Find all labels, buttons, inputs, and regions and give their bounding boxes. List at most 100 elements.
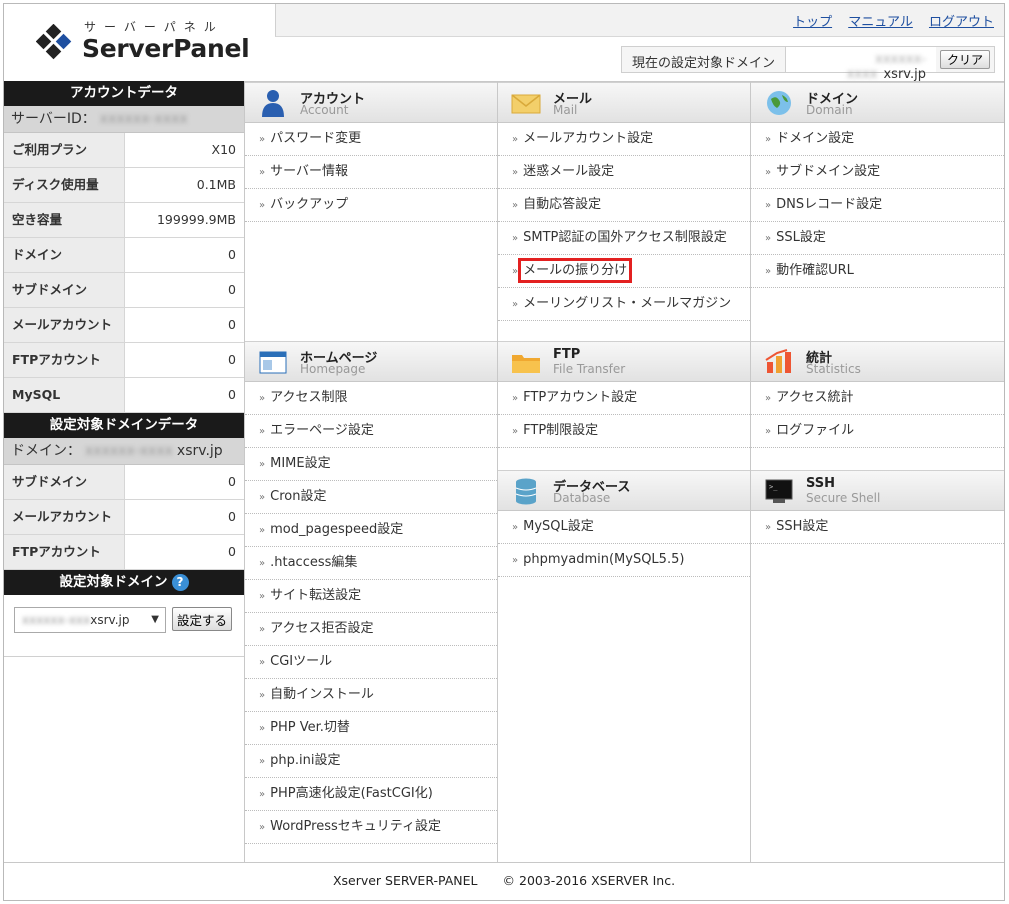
main-menu: アカウント Account » パスワード変更 » サーバー情報 » バックアップ ホームペー… xyxy=(245,81,1004,862)
domain-value: 0 xyxy=(228,474,236,489)
menu-link[interactable]: » Cron設定 xyxy=(245,481,497,514)
arrow-icon: » xyxy=(512,555,519,566)
menu-link[interactable]: » FTPアカウント設定 xyxy=(498,382,750,415)
footer: Xserver SERVER-PANEL © 2003-2016 XSERVER… xyxy=(4,862,1004,900)
menu-link-label: php.ini設定 xyxy=(270,753,341,768)
menu-link-label: Cron設定 xyxy=(270,489,327,504)
database-icon xyxy=(510,477,542,505)
arrow-icon: » xyxy=(512,134,519,145)
menu-link[interactable]: » 迷惑メール設定 xyxy=(498,156,750,189)
menu-link[interactable]: » 動作確認URL xyxy=(751,255,1004,288)
menu-link[interactable]: » 自動インストール xyxy=(245,679,497,712)
menu-link[interactable]: » アクセス制限 xyxy=(245,382,497,415)
svg-text:>_: >_ xyxy=(769,483,778,491)
section-header-database: データベース Database xyxy=(498,470,750,511)
arrow-icon: » xyxy=(765,134,772,145)
menu-link[interactable]: » エラーページ設定 xyxy=(245,415,497,448)
arrow-icon: » xyxy=(765,426,772,437)
menu-link-label: PHP Ver.切替 xyxy=(270,720,350,735)
menu-link[interactable]: » サーバー情報 xyxy=(245,156,497,189)
help-icon[interactable]: ? xyxy=(171,573,189,591)
menu-link[interactable]: » WordPressセキュリティ設定 xyxy=(245,811,497,844)
target-domain-label: ドメイン： xyxy=(11,443,81,459)
account-label: サブドメイン xyxy=(4,273,125,307)
user-icon xyxy=(257,89,289,117)
arrow-icon: » xyxy=(259,459,266,470)
section-header-domain: ドメイン Domain xyxy=(751,82,1004,123)
account-row: ディスク使用量 0.1MB xyxy=(4,168,244,203)
menu-link[interactable]: » サブドメイン設定 xyxy=(751,156,1004,189)
menu-link-label: 自動応答設定 xyxy=(523,197,602,212)
menu-link[interactable]: » SSL設定 xyxy=(751,222,1004,255)
menu-link-label: SSL設定 xyxy=(776,230,826,245)
nav-manual-link[interactable]: マニュアル xyxy=(848,15,913,30)
current-domain-label: 現在の設定対象ドメイン xyxy=(622,47,786,72)
menu-link[interactable]: » MySQL設定 xyxy=(498,511,750,544)
terminal-icon: >_ xyxy=(763,477,795,505)
menu-link[interactable]: » メールの振り分け xyxy=(498,255,750,288)
menu-link-label: WordPressセキュリティ設定 xyxy=(270,819,441,834)
account-label: MySQL xyxy=(4,378,125,412)
domain-label: メールアカウント xyxy=(4,500,125,534)
menu-link-label: エラーページ設定 xyxy=(270,423,374,438)
menu-link[interactable]: » メールアカウント設定 xyxy=(498,123,750,156)
menu-link[interactable]: » phpmyadmin(MySQL5.5) xyxy=(498,544,750,577)
menu-link[interactable]: » PHP高速化設定(FastCGI化) xyxy=(245,778,497,811)
account-value: 0 xyxy=(228,247,236,262)
server-id: サーバーID： xxxxxx-xxxx xyxy=(4,106,244,133)
menu-link[interactable]: » バックアップ xyxy=(245,189,497,222)
menu-link[interactable]: » サイト転送設定 xyxy=(245,580,497,613)
target-domain-blurred: xxxxxx-xxxx xyxy=(85,443,173,459)
menu-link-label: phpmyadmin(MySQL5.5) xyxy=(523,552,685,567)
clear-button[interactable]: クリア xyxy=(939,50,990,69)
menu-link-label: アクセス統計 xyxy=(776,390,854,405)
menu-link[interactable]: » メーリングリスト・メールマガジン xyxy=(498,288,750,321)
arrow-icon: » xyxy=(765,233,772,244)
logo-name: ServerPanel xyxy=(82,34,250,63)
menu-link[interactable]: » DNSレコード設定 xyxy=(751,189,1004,222)
nav-logout-link[interactable]: ログアウト xyxy=(929,15,994,30)
menu-link[interactable]: » PHP Ver.切替 xyxy=(245,712,497,745)
menu-link[interactable]: » 自動応答設定 xyxy=(498,189,750,222)
section-header-stats: 統計 Statistics xyxy=(751,341,1004,382)
menu-link-label: DNSレコード設定 xyxy=(776,197,883,212)
menu-link[interactable]: » アクセス拒否設定 xyxy=(245,613,497,646)
menu-link-label: サーバー情報 xyxy=(270,164,348,179)
section-homepage: ホームページ Homepage » アクセス制限 » エラーページ設定 » MIME設定 » Cr… xyxy=(245,341,497,844)
menu-link-label: サブドメイン設定 xyxy=(776,164,881,179)
set-domain-button[interactable]: 設定する xyxy=(172,607,233,631)
menu-link[interactable]: » MIME設定 xyxy=(245,448,497,481)
sidebar: アカウントデータ サーバーID： xxxxxx-xxxx ご利用プラン X10 ディス… xyxy=(4,81,245,862)
menu-link[interactable]: » パスワード変更 xyxy=(245,123,497,156)
menu-link-label: メーリングリスト・メールマガジン xyxy=(523,296,732,311)
menu-link-label: アクセス拒否設定 xyxy=(270,621,374,636)
account-label: ご利用プラン xyxy=(4,133,125,167)
domain-row: FTPアカウント 0 xyxy=(4,535,244,570)
menu-link[interactable]: » CGIツール xyxy=(245,646,497,679)
menu-link[interactable]: » SMTP認証の国外アクセス制限設定 xyxy=(498,222,750,255)
menu-link[interactable]: » php.ini設定 xyxy=(245,745,497,778)
arrow-icon: » xyxy=(512,393,519,404)
menu-link[interactable]: » SSH設定 xyxy=(751,511,1004,544)
browser-window-icon xyxy=(257,348,289,376)
domain-select[interactable]: xxxxxx-xxxxsrv.jp ▼ xyxy=(14,607,166,633)
account-data-table: ご利用プラン X10 ディスク使用量 0.1MB 空き容量 199999.9MB ドメイン 0… xyxy=(4,133,244,413)
target-domain: ドメイン： xxxxxx-xxxx xsrv.jp xyxy=(4,438,244,465)
nav-top-link[interactable]: トップ xyxy=(793,15,832,30)
menu-link[interactable]: » .htaccess編集 xyxy=(245,547,497,580)
account-value: 0 xyxy=(228,317,236,332)
logo[interactable]: サーバーパネル ServerPanel xyxy=(4,4,275,81)
folder-icon xyxy=(510,348,542,376)
menu-link[interactable]: » FTP制限設定 xyxy=(498,415,750,448)
menu-link[interactable]: » mod_pagespeed設定 xyxy=(245,514,497,547)
account-row: メールアカウント 0 xyxy=(4,308,244,343)
menu-link[interactable]: » アクセス統計 xyxy=(751,382,1004,415)
account-row: MySQL 0 xyxy=(4,378,244,413)
domain-value: 0 xyxy=(228,544,236,559)
menu-link[interactable]: » ドメイン設定 xyxy=(751,123,1004,156)
section-header-account: アカウント Account xyxy=(245,82,497,123)
domain-select-blurred: xxxxxx-xxx xyxy=(22,613,91,627)
menu-link-label: FTP制限設定 xyxy=(523,423,599,438)
menu-link[interactable]: » ログファイル xyxy=(751,415,1004,448)
menu-link-label: 動作確認URL xyxy=(776,263,854,278)
